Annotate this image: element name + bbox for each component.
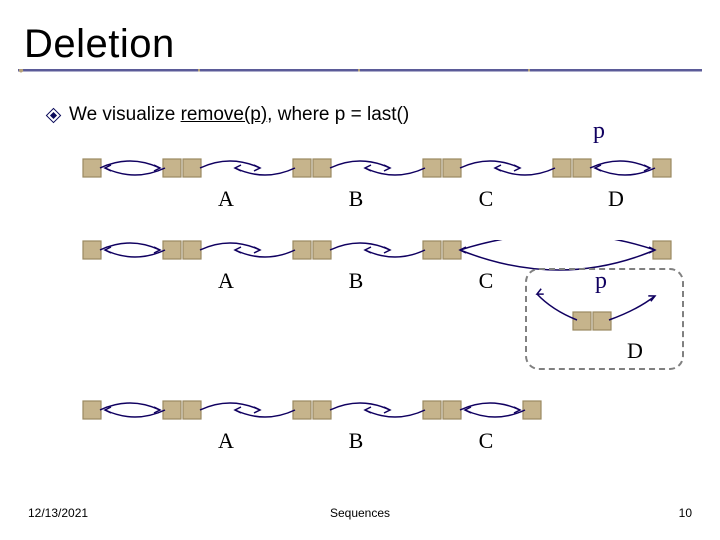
title-text: Deletion bbox=[24, 22, 175, 66]
row1-label-D: D bbox=[608, 186, 624, 211]
row1-label-A: A bbox=[218, 186, 234, 211]
pointer-label-p: p bbox=[593, 118, 605, 145]
bullet-text-prefix: We visualize bbox=[69, 104, 181, 126]
diamond-icon bbox=[48, 110, 59, 121]
bullet-item: We visualize remove(p) , where p = last(… bbox=[48, 104, 409, 126]
title-block: Deletion bbox=[18, 22, 702, 71]
row2-label-B: B bbox=[349, 268, 364, 293]
row1-label-C: C bbox=[479, 186, 494, 211]
bullet-text-suffix: , where p = last() bbox=[267, 104, 409, 126]
row3-label-B: B bbox=[349, 428, 364, 453]
title-underline bbox=[18, 69, 702, 73]
bullet-method: remove(p) bbox=[181, 104, 268, 126]
row3-label-C: C bbox=[479, 428, 494, 453]
page-title: Deletion bbox=[18, 22, 702, 71]
removed-node-svg: D bbox=[527, 270, 682, 368]
dll-row-3: A B C bbox=[70, 400, 690, 460]
row1-label-B: B bbox=[349, 186, 364, 211]
removed-D-label: D bbox=[627, 338, 643, 363]
footer-page: 10 bbox=[679, 506, 692, 520]
removed-group: p D bbox=[525, 268, 684, 370]
dll-row-1: A B C D bbox=[70, 158, 690, 218]
row2-label-A: A bbox=[218, 268, 234, 293]
row2-label-C: C bbox=[479, 268, 494, 293]
row3-label-A: A bbox=[218, 428, 234, 453]
footer-title: Sequences bbox=[0, 506, 720, 520]
